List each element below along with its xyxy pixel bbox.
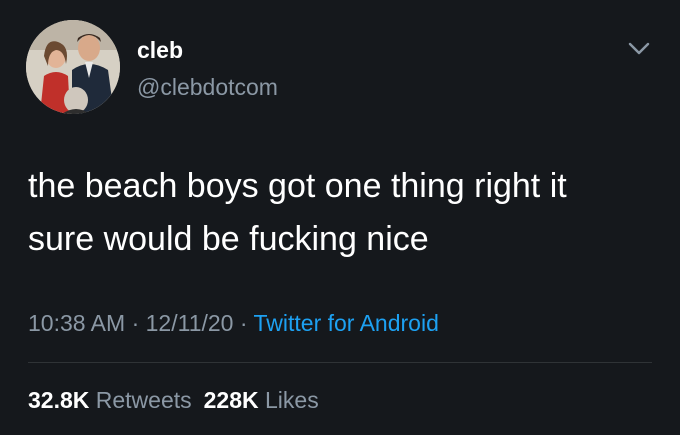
avatar[interactable] bbox=[26, 20, 120, 114]
chevron-down-icon[interactable] bbox=[626, 38, 652, 58]
tweet-stats: 32.8K Retweets 228K Likes bbox=[28, 387, 319, 414]
divider bbox=[28, 362, 652, 363]
avatar-photo bbox=[26, 20, 120, 114]
likes-count: 228K bbox=[203, 387, 259, 413]
tweet-meta: 10:38 AM · 12/11/20 · Twitter for Androi… bbox=[28, 310, 439, 337]
tweet-text-line: sure would be fucking nice bbox=[28, 220, 429, 258]
retweets-count: 32.8K bbox=[28, 387, 90, 413]
likes-stat[interactable]: 228K Likes bbox=[204, 387, 319, 413]
meta-separator: · bbox=[233, 310, 254, 336]
retweets-label: Retweets bbox=[95, 387, 192, 413]
tweet-text: the beach boys got one thing right it su… bbox=[28, 160, 658, 266]
tweet-date[interactable]: 12/11/20 bbox=[146, 310, 234, 336]
user-handle[interactable]: @clebdotcom bbox=[137, 74, 278, 101]
tweet-time[interactable]: 10:38 AM bbox=[28, 310, 125, 336]
likes-label: Likes bbox=[265, 387, 319, 413]
meta-separator: · bbox=[125, 310, 146, 336]
tweet-source-link[interactable]: Twitter for Android bbox=[254, 310, 439, 336]
tweet-text-line: the beach boys got one thing right it bbox=[28, 167, 567, 205]
tweet-card: cleb @clebdotcom the beach boys got one … bbox=[0, 0, 680, 435]
display-name[interactable]: cleb bbox=[137, 37, 183, 64]
retweets-stat[interactable]: 32.8K Retweets bbox=[28, 387, 192, 413]
